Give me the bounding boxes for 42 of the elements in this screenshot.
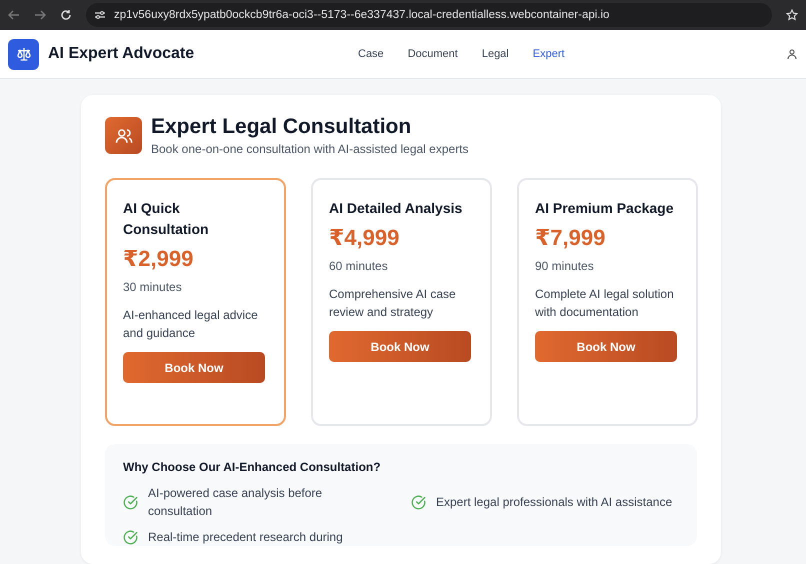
plan-name: AI Premium Package [535,199,674,218]
star-icon[interactable] [786,9,798,21]
plan-price: ₹2,999 [123,246,194,272]
plan-price: ₹7,999 [535,225,606,251]
plan-description: Complete AI legal solution with documentation [535,286,675,321]
plan-duration: 90 minutes [535,259,594,273]
plan-duration: 30 minutes [123,280,182,294]
nav-link[interactable]: Expert [532,48,565,60]
book-now-button[interactable]: Book Now [329,331,471,362]
reload-icon[interactable] [60,9,72,21]
plan-description: Comprehensive AI case review and strategy [329,286,457,321]
plan-duration: 60 minutes [329,259,388,273]
feature-text: Expert legal professionals with AI assistance [436,494,672,511]
plan-card[interactable]: AI Quick Consultation ₹2,999 30 minutes AI-enhanced legal advice and guidance Book Now [105,178,286,426]
url-text: zp1v56uxy8rdx5ypatb0ockcb9tr6a-oci3--5173--6e337437.local-credentialless.webcontainer-api.io [114,9,610,21]
user-icon[interactable] [786,48,798,60]
book-now-button[interactable]: Book Now [123,352,265,383]
book-now-button[interactable]: Book Now [535,331,677,362]
address-bar[interactable]: zp1v56uxy8rdx5ypatb0ockcb9tr6a-oci3--5173--6e337437.local-credentialless.webcontainer-api.io [86,3,772,27]
feature-text: AI-powered case analysis before consultation [148,485,324,520]
features-title: Why Choose Our AI-Enhanced Consultation? [123,460,382,474]
forward-arrow-icon[interactable] [34,9,46,21]
plan-name: AI Quick Consultation [123,199,210,239]
check-circle-icon [411,494,426,510]
plan-description: AI-enhanced legal advice and guidance [123,307,259,342]
feature-text: Real-time precedent research during [148,529,344,546]
users-icon [105,117,142,154]
plan-price: ₹4,999 [329,225,400,251]
plan-card[interactable]: AI Premium Package ₹7,999 90 minutes Complete AI legal solution with documentation Book Now [517,178,698,426]
check-circle-icon [123,530,138,544]
nav-link[interactable]: Legal [482,48,509,60]
back-arrow-icon[interactable] [8,9,20,21]
scales-logo[interactable] [8,38,39,70]
plan-name: AI Detailed Analysis [329,199,462,218]
plan-card[interactable]: AI Detailed Analysis ₹4,999 60 minutes Comprehensive AI case review and strategy Book Now [311,178,492,426]
nav-link[interactable]: Case [358,48,384,60]
brand-name: AI Expert Advocate [48,45,196,63]
check-circle-icon [123,494,138,510]
site-settings-icon[interactable] [94,9,106,21]
page-title: Expert Legal Consultation [151,115,412,139]
nav-link[interactable]: Document [408,48,458,60]
page-subtitle: Book one-on-one consultation with AI-assisted legal experts [151,142,469,156]
